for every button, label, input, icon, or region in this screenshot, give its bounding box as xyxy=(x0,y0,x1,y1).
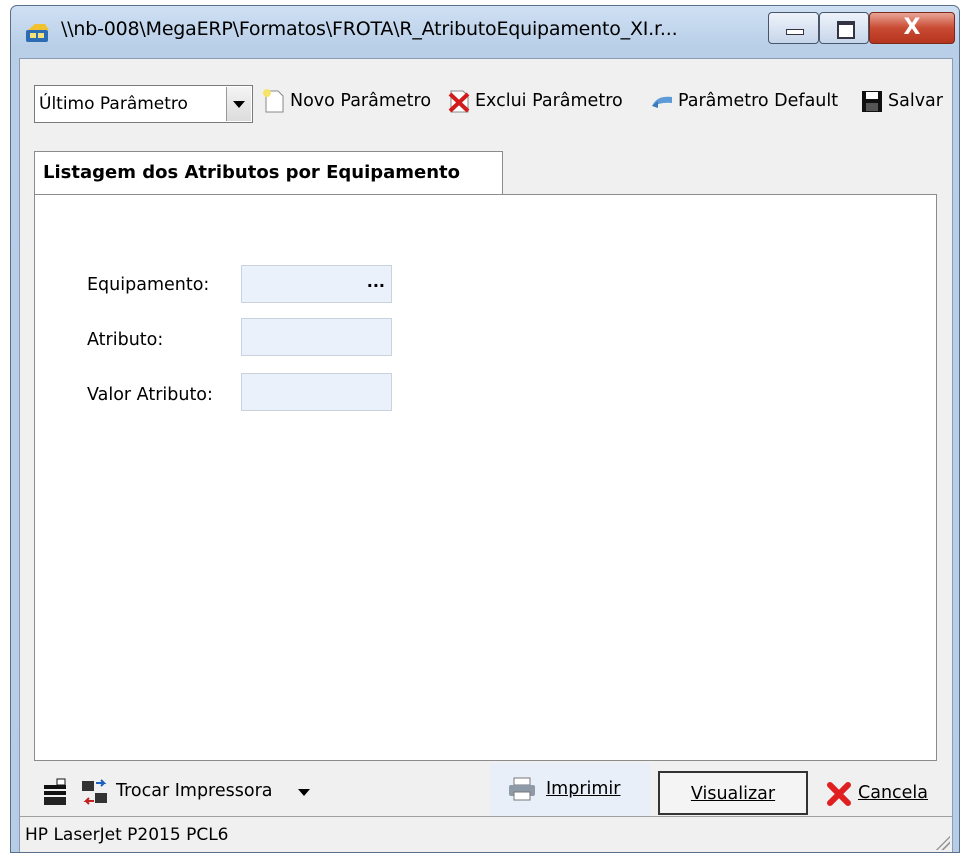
cancela-button[interactable]: Cancela xyxy=(858,783,928,803)
app-icon xyxy=(26,24,49,42)
default-arrow-icon xyxy=(652,96,672,108)
report-window: \\nb-008\MegaERP\Formatos\FROTA\R_Atribu… xyxy=(10,5,960,853)
close-icon: X xyxy=(903,15,921,40)
exclui-parametro-button[interactable]: Exclui Parâmetro xyxy=(447,83,623,119)
salvar-button[interactable]: Salvar xyxy=(860,83,943,119)
novo-parametro-button[interactable]: Novo Parâmetro xyxy=(262,83,431,119)
tab-panel: Equipamento: ... Atributo: Valor Atribut… xyxy=(34,194,937,761)
delete-x-icon xyxy=(448,90,470,113)
cancel-x-icon[interactable] xyxy=(826,781,852,807)
imprimir-label: Imprimir xyxy=(546,779,621,799)
printer-status: HP LaserJet P2015 PCL6 xyxy=(25,825,229,845)
equipamento-field[interactable]: ... xyxy=(241,265,392,303)
window-title: \\nb-008\MegaERP\Formatos\FROTA\R_Atribu… xyxy=(61,18,678,40)
maximize-button[interactable] xyxy=(819,12,869,44)
swap-printer-icon[interactable] xyxy=(80,777,110,807)
minimize-button[interactable] xyxy=(768,12,819,44)
equipamento-label: Equipamento: xyxy=(87,275,210,295)
toolbar: Último Parâmetro Novo Parâmetro Exclui P… xyxy=(20,59,952,133)
resize-grip-icon[interactable] xyxy=(932,832,950,850)
parametro-default-button[interactable]: Parâmetro Default xyxy=(650,83,838,119)
imprimir-button[interactable]: Imprimir xyxy=(490,763,650,817)
client-area: Último Parâmetro Novo Parâmetro Exclui P… xyxy=(19,58,953,852)
chevron-down-icon[interactable] xyxy=(298,789,310,796)
visualizar-label: Visualizar xyxy=(690,784,776,804)
exclui-parametro-label: Exclui Parâmetro xyxy=(475,91,623,111)
novo-parametro-label: Novo Parâmetro xyxy=(290,91,432,111)
trocar-impressora-button[interactable]: Trocar Impressora xyxy=(116,781,273,801)
status-bar: HP LaserJet P2015 PCL6 xyxy=(20,816,952,852)
parameter-select[interactable]: Último Parâmetro xyxy=(34,85,253,123)
bottom-bar: Trocar Impressora Imprimir Visualizar Ca… xyxy=(20,763,952,817)
floppy-disk-icon xyxy=(862,91,882,112)
salvar-label: Salvar xyxy=(888,91,943,111)
printer-settings-icon[interactable] xyxy=(42,777,70,807)
new-document-icon xyxy=(263,89,284,113)
visualizar-button[interactable]: Visualizar xyxy=(658,771,808,815)
close-button[interactable]: X xyxy=(869,12,955,44)
valor-atributo-label: Valor Atributo: xyxy=(87,385,213,405)
lookup-button[interactable]: ... xyxy=(367,272,385,291)
chevron-down-icon[interactable] xyxy=(226,87,251,121)
parameter-select-value: Último Parâmetro xyxy=(39,94,188,114)
tab-listagem-atributos[interactable]: Listagem dos Atributos por Equipamento xyxy=(34,151,503,195)
printer-icon xyxy=(509,777,535,801)
atributo-label: Atributo: xyxy=(87,330,164,350)
atributo-field[interactable] xyxy=(241,318,392,356)
title-bar[interactable]: \\nb-008\MegaERP\Formatos\FROTA\R_Atribu… xyxy=(11,6,959,58)
valor-atributo-field[interactable] xyxy=(241,373,392,411)
tab-label: Listagem dos Atributos por Equipamento xyxy=(43,162,461,183)
parametro-default-label: Parâmetro Default xyxy=(678,91,839,111)
